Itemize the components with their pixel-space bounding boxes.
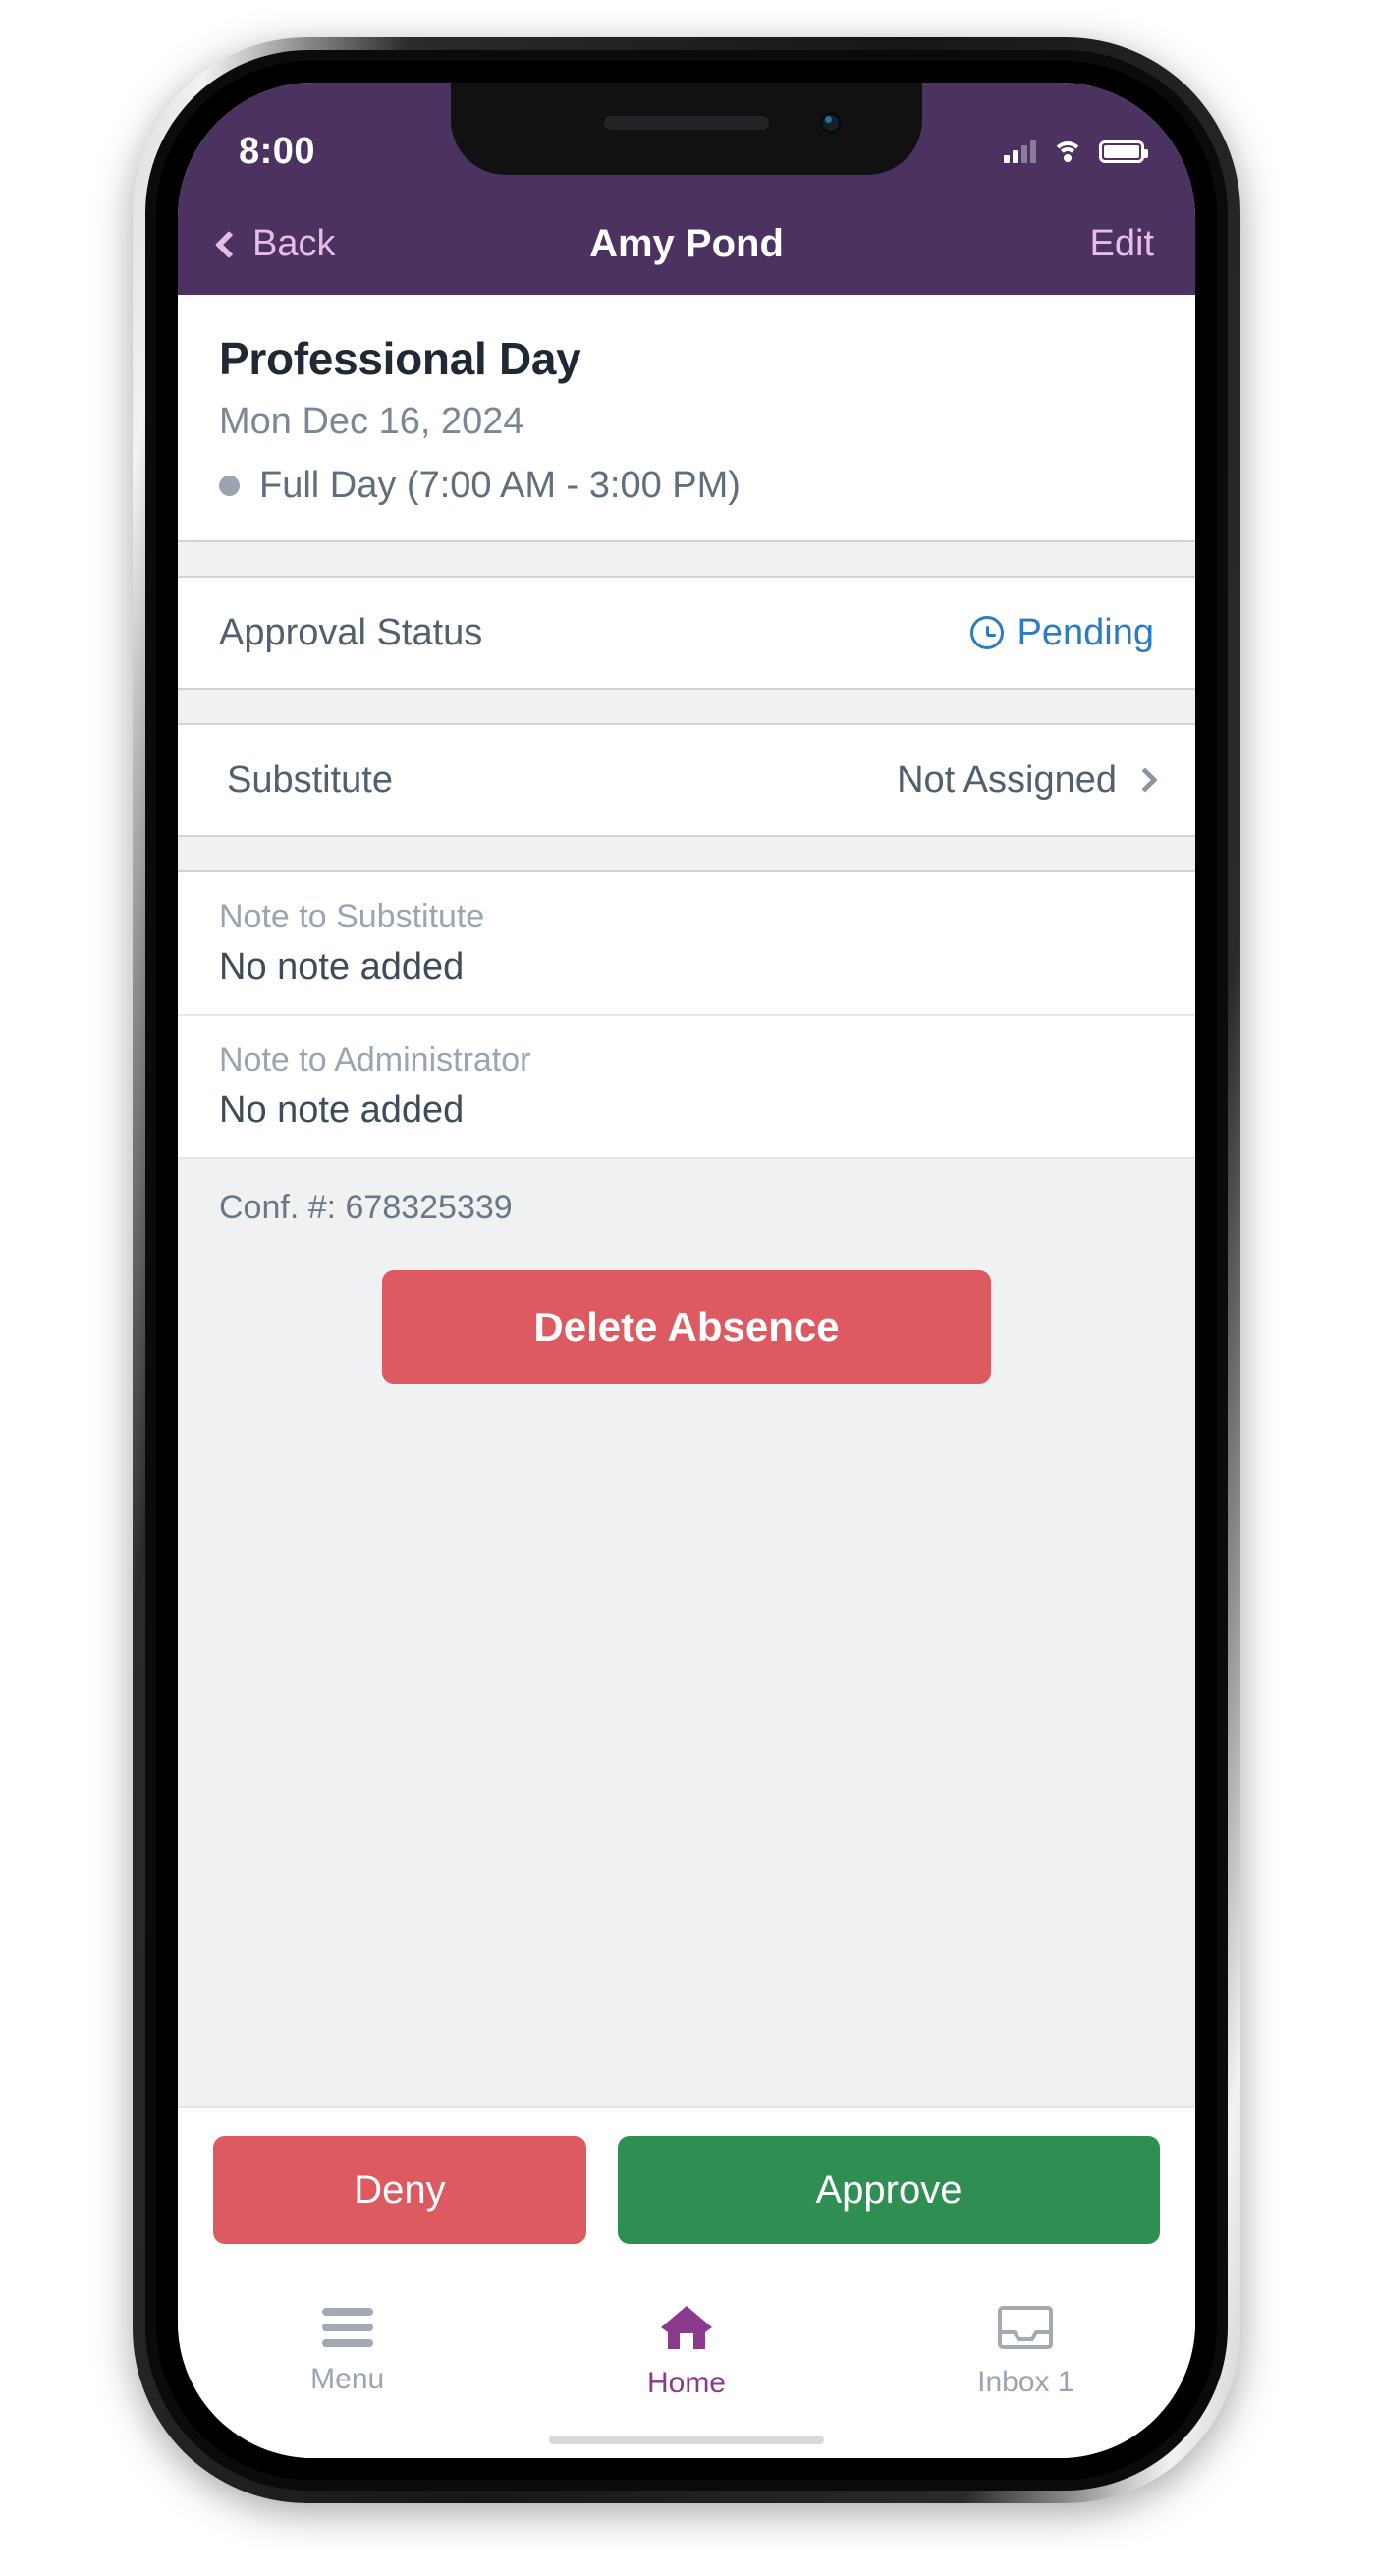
absence-date: Mon Dec 16, 2024 bbox=[219, 401, 524, 442]
home-indicator bbox=[549, 2436, 824, 2444]
navigation-bar: Back Amy Pond Edit bbox=[178, 193, 1195, 295]
status-dot-icon bbox=[219, 476, 240, 496]
status-badge: Pending bbox=[969, 611, 1154, 654]
hamburger-menu-icon bbox=[321, 2308, 373, 2347]
back-button-label: Back bbox=[252, 222, 336, 264]
approval-action-bar: Deny Approve bbox=[178, 2106, 1195, 2271]
absence-footer: Conf. #: 678325339 Delete Absence bbox=[178, 1157, 1195, 2106]
earpiece-speaker bbox=[604, 116, 769, 130]
screenshot-stage: 8:00 Back Amy Pond Edit Professional Day… bbox=[0, 0, 1375, 2576]
absence-summary-card: Professional Day Mon Dec 16, 2024 Full D… bbox=[178, 295, 1195, 540]
tab-home-label: Home bbox=[646, 2367, 726, 2399]
notch bbox=[451, 83, 922, 175]
section-divider bbox=[178, 688, 1195, 725]
note-to-administrator-value: No note added bbox=[219, 1090, 465, 1131]
phone-screen: 8:00 Back Amy Pond Edit Professional Day… bbox=[178, 83, 1195, 2458]
status-icons bbox=[1004, 140, 1148, 163]
phone-bezel: 8:00 Back Amy Pond Edit Professional Day… bbox=[145, 50, 1228, 2491]
deny-button[interactable]: Deny bbox=[213, 2136, 586, 2244]
approval-status-value: Pending bbox=[1017, 611, 1154, 653]
absence-time-range: Full Day (7:00 AM - 3:00 PM) bbox=[259, 465, 741, 506]
section-divider bbox=[178, 835, 1195, 872]
absence-detail-content: Professional Day Mon Dec 16, 2024 Full D… bbox=[178, 295, 1195, 2271]
tab-menu[interactable]: Menu bbox=[178, 2271, 517, 2433]
chevron-left-icon bbox=[214, 230, 244, 258]
approval-status-label: Approval Status bbox=[219, 611, 483, 653]
tab-menu-label: Menu bbox=[310, 2363, 385, 2395]
inbox-tray-icon bbox=[998, 2305, 1054, 2350]
note-to-substitute-label: Note to Substitute bbox=[219, 898, 485, 935]
phone-inner-bezel: 8:00 Back Amy Pond Edit Professional Day… bbox=[156, 61, 1217, 2480]
note-to-administrator-label: Note to Administrator bbox=[219, 1041, 531, 1079]
approve-button[interactable]: Approve bbox=[618, 2136, 1160, 2244]
edit-button[interactable]: Edit bbox=[1090, 223, 1154, 265]
front-camera bbox=[820, 112, 842, 134]
approval-status-row: Approval Status Pending bbox=[178, 578, 1195, 688]
wifi-icon bbox=[1052, 140, 1083, 163]
tab-home[interactable]: Home bbox=[517, 2271, 855, 2433]
confirmation-number: Conf. #: 678325339 bbox=[219, 1189, 513, 1226]
battery-full-icon bbox=[1099, 140, 1148, 163]
section-divider bbox=[178, 540, 1195, 578]
delete-absence-button[interactable]: Delete Absence bbox=[382, 1270, 991, 1384]
absence-time-row: Full Day (7:00 AM - 3:00 PM) bbox=[219, 465, 1154, 507]
note-to-substitute-value: No note added bbox=[219, 946, 465, 987]
substitute-value: Not Assigned bbox=[897, 758, 1117, 801]
tab-inbox-label: Inbox 1 bbox=[977, 2366, 1074, 2398]
absence-title: Professional Day bbox=[219, 333, 581, 384]
clock-icon bbox=[969, 616, 1004, 649]
substitute-label: Substitute bbox=[227, 758, 393, 801]
substitute-value-group: Not Assigned bbox=[897, 758, 1158, 802]
signal-bars-icon bbox=[1004, 140, 1036, 163]
status-time: 8:00 bbox=[239, 130, 316, 172]
home-icon bbox=[659, 2304, 714, 2351]
bottom-tab-bar: Menu Home Inbox 1 bbox=[178, 2271, 1195, 2458]
substitute-row[interactable]: Substitute Not Assigned bbox=[178, 725, 1195, 835]
note-to-substitute-block[interactable]: Note to Substitute No note added bbox=[178, 872, 1195, 1014]
note-to-administrator-block[interactable]: Note to Administrator No note added bbox=[178, 1014, 1195, 1157]
back-button[interactable]: Back bbox=[214, 222, 336, 265]
chevron-right-icon bbox=[1132, 767, 1158, 793]
tab-inbox[interactable]: Inbox 1 bbox=[856, 2271, 1195, 2433]
phone-frame: 8:00 Back Amy Pond Edit Professional Day… bbox=[133, 37, 1240, 2503]
